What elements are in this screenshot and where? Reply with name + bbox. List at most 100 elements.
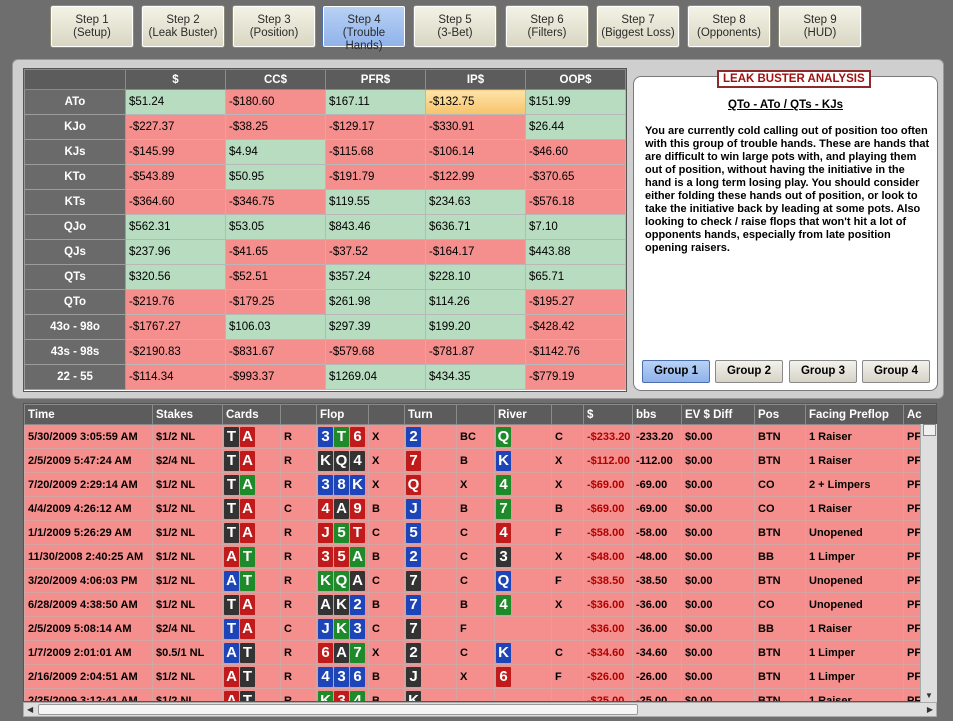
playing-card-icon: A [350,570,365,591]
horizontal-scrollbar[interactable]: ◀ ▶ [23,702,937,717]
playing-card-icon: 3 [318,474,333,495]
bbs-cell: -58.00 [632,520,682,545]
summary-row[interactable]: 43o - 98o -$1767.27 $106.03 $297.39 $199.20-… [24,314,626,340]
step-sublabel: (Position) [249,27,299,39]
hands-col-header[interactable]: EV $ Diff [681,404,755,425]
horizontal-scroll-thumb[interactable] [38,704,638,715]
step-5-button[interactable]: Step 5 (3-Bet) [413,5,497,48]
step-9-button[interactable]: Step 9 (HUD) [778,5,862,48]
hand-row[interactable]: 5/30/2009 3:05:59 AM $1/2 NL T A R 3 T 6 X 2 BC Q C -… [24,424,936,449]
playing-card-icon: 6 [350,426,365,447]
flop-action-cell: C [368,616,405,641]
hand-row[interactable]: 2/16/2009 2:04:51 AM $1/2 NL A T R 4 3 6 B J X 6 F -$… [24,664,936,689]
summary-cell: $4.94 [225,139,326,165]
group-3-button[interactable]: Group 3 [789,360,857,383]
summary-row[interactable]: KTs -$364.60 -$346.75 $119.55 $234.63 -$576.1… [24,189,626,215]
vertical-scroll-thumb[interactable] [923,424,936,436]
summary-col-header[interactable]: $ [125,69,226,90]
group-4-button[interactable]: Group 4 [862,360,930,383]
hands-col-header[interactable]: Turn [404,404,457,425]
scroll-right-arrow-icon[interactable]: ▶ [927,705,933,714]
summary-col-header[interactable]: PFR$ [325,69,426,90]
summary-row[interactable]: 22 - 55 -$114.34 -$993.37 $1269.04 $434.35 -$… [24,364,626,390]
step-3-button[interactable]: Step 3 (Position) [232,5,316,48]
hand-row[interactable]: 1/7/2009 2:01:01 AM $0.5/1 NL A T R 6 A 7 X 2 C K C -… [24,640,936,665]
summary-row[interactable]: QTo -$219.76 -$179.25 $261.98 $114.26 -$195.2… [24,289,626,315]
hand-row[interactable]: 2/5/2009 5:08:14 AM $2/4 NL T A C J K 3 C 7 F -$36.… [24,616,936,641]
summary-row-label: ATo [24,89,126,115]
playing-card-icon: 8 [334,474,349,495]
hands-col-header[interactable] [280,404,317,425]
hands-col-header[interactable]: bbs [632,404,682,425]
cards-cell: 4A9 [316,496,369,521]
step-4-button[interactable]: Step 4 (Trouble Hands) [322,5,406,52]
dollars-cell: -$36.00 [583,592,633,617]
summary-col-header[interactable]: OOP$ [525,69,626,90]
hands-col-header[interactable]: Flop [316,404,369,425]
summary-row[interactable]: KTo -$543.89 $50.95 -$191.79 -$122.99 -$370.6… [24,164,626,190]
hands-col-header[interactable]: Time [24,404,153,425]
hand-row[interactable]: 6/28/2009 4:38:50 AM $1/2 NL T A R A K 2 B 7 B 4 X -$… [24,592,936,617]
summary-cell: $106.03 [225,314,326,340]
step-2-button[interactable]: Step 2 (Leak Buster) [141,5,225,48]
summary-cell: -$330.91 [425,114,526,140]
river-action-cell: F [551,664,584,689]
hand-row[interactable]: 3/20/2009 4:06:03 PM $1/2 NL A T R K Q A C 7 C Q F -$… [24,568,936,593]
cards-cell: 3T6 [316,424,369,449]
hands-col-header[interactable] [368,404,405,425]
summary-cell: $320.56 [125,264,226,290]
vertical-scrollbar[interactable]: ▼ [920,424,937,702]
step-sublabel: (Biggest Loss) [601,27,675,39]
ev-diff-cell: $0.00 [681,496,755,521]
summary-cell: -$2190.83 [125,339,226,365]
group-2-button[interactable]: Group 2 [715,360,783,383]
playing-card-icon: T [224,450,239,471]
playing-card-icon: 4 [350,450,365,471]
summary-cell: -$122.99 [425,164,526,190]
step-7-button[interactable]: Step 7 (Biggest Loss) [596,5,680,48]
summary-row[interactable]: KJo -$227.37 -$38.25 -$129.17 -$330.91 $26.44 [24,114,626,140]
summary-col-header[interactable]: CC$ [225,69,326,90]
hands-col-header[interactable]: River [494,404,552,425]
hands-col-header[interactable]: $ [583,404,633,425]
summary-cell: $119.55 [325,189,426,215]
hand-row[interactable]: 2/25/2009 3:12:41 AM $1/2 NL A T R K 3 4 B K -$25.… [24,688,936,701]
summary-row[interactable]: QJs $237.96 -$41.65 -$37.52 -$164.17 $443.88 [24,239,626,265]
playing-card-icon: 6 [350,666,365,687]
hand-row[interactable]: 4/4/2009 4:26:12 AM $1/2 NL T A C 4 A 9 B J B 7 B -$6… [24,496,936,521]
playing-card-icon: 3 [334,666,349,687]
cards-cell: 4 [494,520,552,545]
summary-col-header[interactable] [24,69,126,90]
playing-card-icon: T [350,522,365,543]
hands-col-header[interactable] [551,404,584,425]
hand-row[interactable]: 7/20/2009 2:29:14 AM $1/2 NL T A R 3 8 K X Q X 4 X -$… [24,472,936,497]
hands-col-header[interactable]: Stakes [152,404,223,425]
summary-col-header[interactable]: IP$ [425,69,526,90]
cards-cell: 3 [494,544,552,569]
summary-row[interactable]: KJs -$145.99 $4.94 -$115.68 -$106.14 -$46.60 [24,139,626,165]
hand-row[interactable]: 2/5/2009 5:47:24 AM $2/4 NL T A R K Q 4 X 7 B K X -$1… [24,448,936,473]
hand-row[interactable]: 1/1/2009 5:26:29 AM $1/2 NL T A R J 5 T C 5 C 4 F -$5… [24,520,936,545]
hands-col-header[interactable]: Pos [754,404,806,425]
hands-col-header[interactable]: Facing Preflop [805,404,904,425]
summary-row[interactable]: ATo $51.24 -$180.60 $167.11 -$132.75 $151.99 [24,89,626,115]
summary-row[interactable]: QJo $562.31 $53.05 $843.46 $636.71 $7.10 [24,214,626,240]
summary-row[interactable]: QTs $320.56 -$52.51 $357.24 $228.10 $65.71 [24,264,626,290]
playing-card-icon: 7 [406,570,421,591]
group-1-button[interactable]: Group 1 [642,360,710,383]
playing-card-icon: Q [496,426,511,447]
scroll-left-arrow-icon[interactable]: ◀ [27,705,33,714]
step-8-button[interactable]: Step 8 (Opponents) [687,5,771,48]
hand-row[interactable]: 11/30/2008 2:40:25 AM $1/2 NL A T R 3 5 A B 2 C 3 X -… [24,544,936,569]
step-6-button[interactable]: Step 6 (Filters) [505,5,589,48]
step-1-button[interactable]: Step 1 (Setup) [50,5,134,48]
step-sublabel: (Opponents) [697,27,761,39]
hands-col-header[interactable] [456,404,495,425]
hands-col-header[interactable]: Cards [222,404,281,425]
summary-row[interactable]: 43s - 98s -$2190.83 -$831.67 -$579.68 -$781.… [24,339,626,365]
stakes-cell: $0.5/1 NL [152,640,223,665]
playing-card-icon: K [334,594,349,615]
scroll-down-arrow-icon[interactable]: ▼ [925,691,933,700]
hands-col-header[interactable]: Ac [903,404,936,425]
playing-card-icon: 5 [334,522,349,543]
